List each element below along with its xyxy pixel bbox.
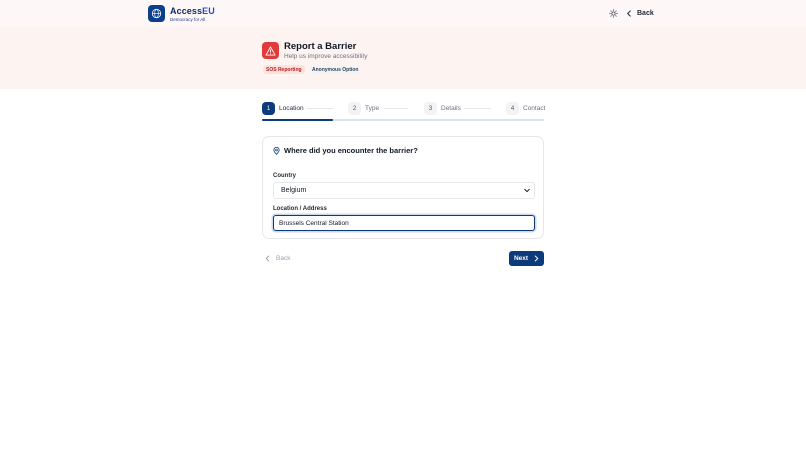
- step-number: 1: [262, 102, 275, 115]
- map-pin-icon: [273, 146, 280, 155]
- step-label: Type: [365, 105, 380, 112]
- step-details[interactable]: 3 Details: [424, 102, 461, 115]
- sun-icon[interactable]: [607, 7, 620, 20]
- back-button[interactable]: Back: [265, 252, 290, 264]
- country-select-value: Belgium: [281, 187, 307, 194]
- progress-fill: [262, 119, 333, 121]
- step-contact[interactable]: 4 Contact: [506, 102, 545, 115]
- form-title: Where did you encounter the barrier?: [273, 146, 418, 155]
- header-back-button[interactable]: Back: [626, 6, 654, 20]
- page-subtitle: Help us improve accessibility: [284, 53, 368, 60]
- sos-reporting-badge: SOS Reporting: [263, 65, 305, 74]
- chevron-left-icon: [627, 9, 631, 17]
- form-title-text: Where did you encounter the barrier?: [284, 146, 418, 155]
- warning-triangle-icon: [262, 42, 279, 59]
- location-input-value: Brussels Central Station: [279, 219, 349, 227]
- brand-tagline: Democracy for All: [170, 16, 206, 22]
- location-input[interactable]: Brussels Central Station: [273, 215, 535, 231]
- next-button[interactable]: Next: [509, 251, 544, 266]
- progress-bar: [262, 119, 544, 121]
- step-label: Details: [441, 105, 461, 112]
- step-number: 3: [424, 102, 437, 115]
- chevron-down-icon: [524, 188, 530, 193]
- page-title: Report a Barrier: [284, 41, 357, 52]
- brand-name[interactable]: AccessEU: [170, 6, 215, 16]
- step-connector: [384, 108, 408, 109]
- step-location[interactable]: 1 Location: [262, 102, 304, 115]
- anonymous-option-badge: Anonymous Option: [309, 65, 362, 74]
- country-select[interactable]: Belgium: [273, 182, 535, 199]
- location-label: Location / Address: [273, 206, 327, 212]
- hero-section: Report a Barrier Help us improve accessi…: [0, 27, 806, 89]
- chevron-left-icon: [265, 255, 270, 261]
- step-connector: [464, 108, 491, 109]
- globe-icon[interactable]: [148, 5, 165, 22]
- chevron-right-icon: [534, 255, 539, 262]
- step-number: 4: [506, 102, 519, 115]
- step-number: 2: [348, 102, 361, 115]
- page: AccessEU Democracy for All Back Report a…: [0, 0, 806, 453]
- step-connector: [306, 108, 333, 109]
- next-button-label: Next: [513, 255, 529, 262]
- step-type[interactable]: 2 Type: [348, 102, 379, 115]
- location-form-card: Where did you encounter the barrier? Cou…: [262, 136, 544, 239]
- step-label: Contact: [523, 105, 546, 112]
- step-label: Location: [279, 105, 304, 112]
- header-back-label: Back: [637, 9, 654, 17]
- app-header: AccessEU Democracy for All Back: [0, 0, 806, 27]
- country-label: Country: [273, 173, 296, 179]
- back-button-label: Back: [276, 254, 291, 262]
